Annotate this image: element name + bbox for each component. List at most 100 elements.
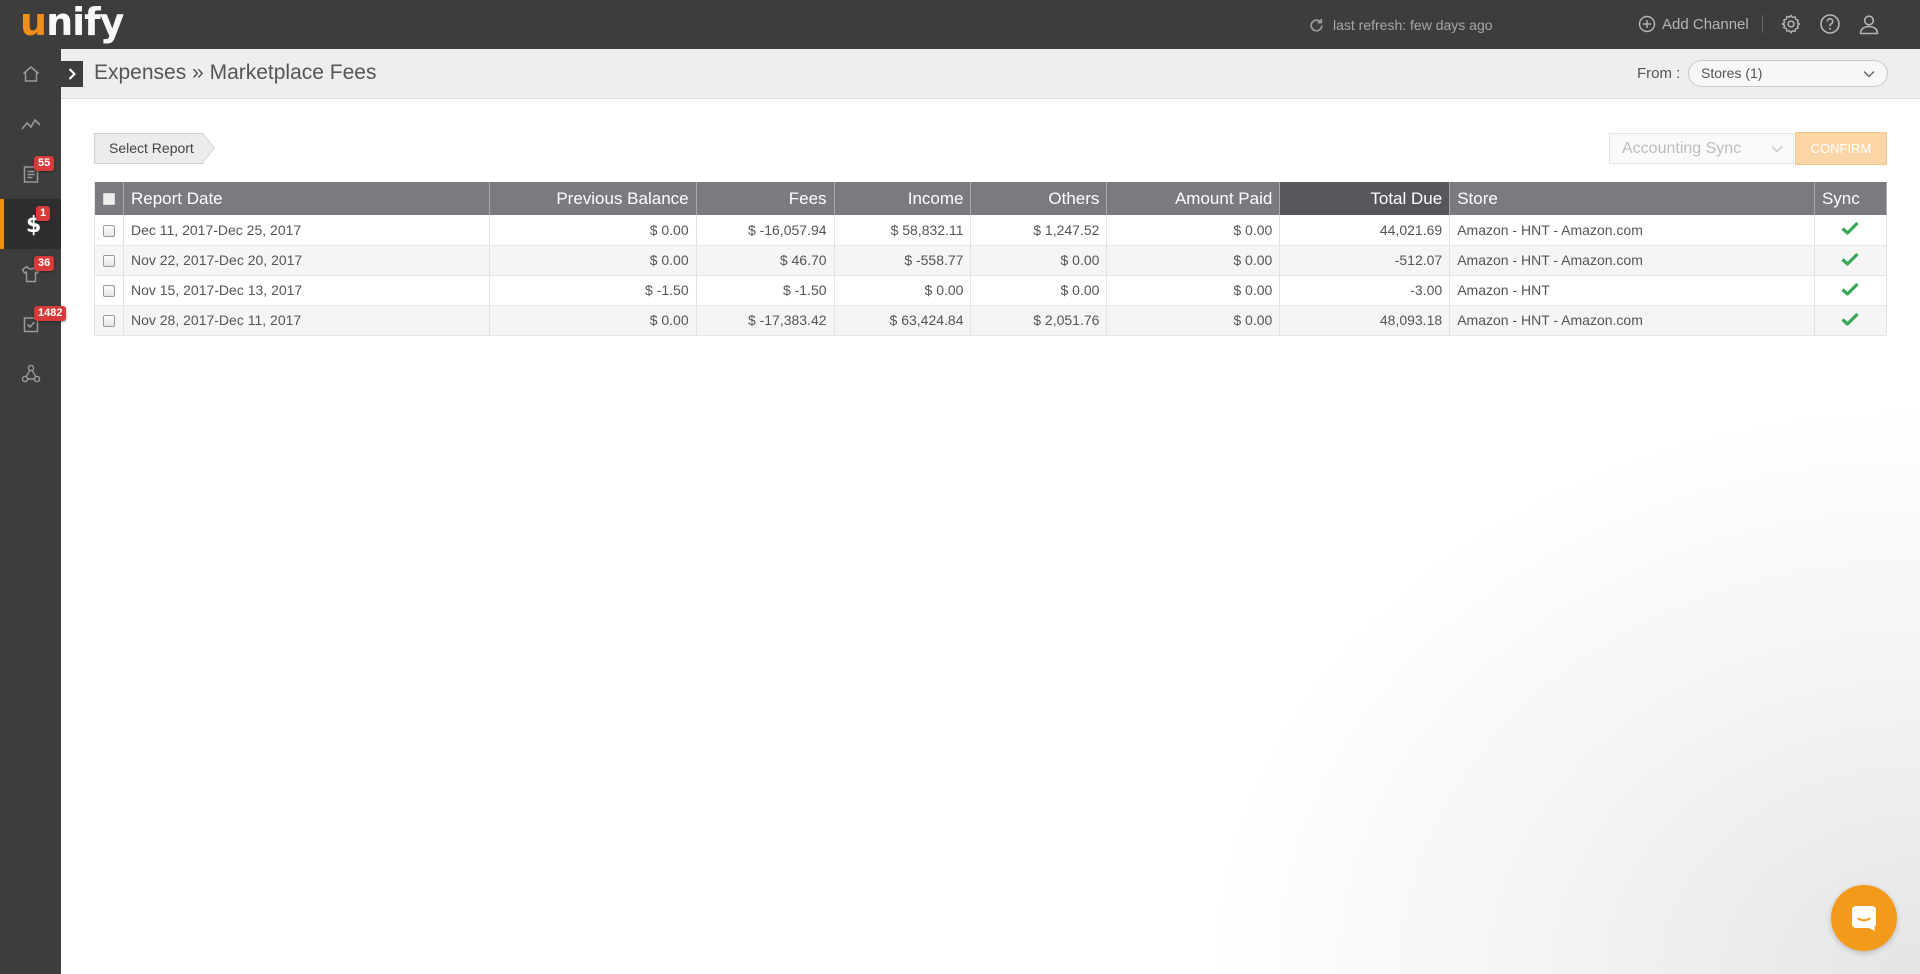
expand-sidebar-button[interactable] — [61, 61, 83, 87]
sidebar-item-home[interactable] — [0, 49, 61, 99]
cell-previous-balance: $ 0.00 — [489, 215, 697, 246]
help-icon[interactable] — [1818, 12, 1842, 36]
col-header-sync[interactable]: Sync — [1814, 182, 1888, 215]
sync-check-icon — [1841, 282, 1860, 296]
unify-logo[interactable]: unify — [20, 2, 124, 42]
table-row[interactable]: Nov 22, 2017-Dec 20, 2017 $ 0.00 $ 46.70 $ … — [94, 245, 1888, 276]
chevron-down-icon — [1863, 70, 1875, 78]
cell-fees: $ -17,383.42 — [696, 305, 835, 336]
sidebar-item-analytics[interactable] — [0, 99, 61, 149]
cell-previous-balance: $ 0.00 — [489, 245, 697, 276]
cell-income: $ 63,424.84 — [834, 305, 972, 336]
row-checkbox[interactable] — [102, 255, 115, 268]
select-all-cell — [94, 182, 124, 215]
chevron-down-icon — [1771, 145, 1783, 153]
cell-others: $ 0.00 — [970, 275, 1108, 306]
row-select-cell — [94, 305, 124, 336]
cell-fees: $ 46.70 — [696, 245, 835, 276]
table-header-row: Report Date Previous Balance Fees Income… — [94, 182, 1888, 215]
accounting-sync-select[interactable]: Accounting Sync — [1609, 133, 1794, 164]
cell-amount-paid: $ 0.00 — [1106, 305, 1281, 336]
user-profile-icon[interactable] — [1857, 12, 1881, 36]
store-select[interactable]: Stores (1) — [1688, 60, 1888, 87]
sidebar-item-products[interactable]: 36 — [0, 249, 61, 299]
cell-store: Amazon - HNT — [1449, 275, 1815, 306]
analytics-icon — [20, 118, 41, 130]
col-header-total-due[interactable]: Total Due — [1279, 182, 1451, 215]
cell-fees: $ -16,057.94 — [696, 215, 835, 246]
sync-check-icon — [1841, 312, 1860, 326]
add-channel-label: Add Channel — [1662, 15, 1749, 33]
top-bar: unify last refresh: few days ago Add Cha… — [0, 0, 1920, 49]
select-report-arrow-fill — [203, 134, 214, 162]
cell-others: $ 0.00 — [970, 245, 1108, 276]
cell-amount-paid: $ 0.00 — [1106, 215, 1281, 246]
cell-previous-balance: $ -1.50 — [489, 275, 697, 306]
page-header: Expenses » Marketplace Fees From : Store… — [61, 49, 1920, 99]
sync-check-icon — [1841, 222, 1860, 235]
confirm-button[interactable]: CONFIRM — [1795, 132, 1887, 165]
row-select-cell — [94, 275, 124, 306]
select-all-checkbox[interactable] — [102, 193, 115, 206]
chat-launcher-button[interactable] — [1831, 885, 1897, 951]
cell-sync — [1814, 305, 1888, 336]
cell-income: $ -558.77 — [834, 245, 972, 276]
col-header-income[interactable]: Income — [834, 182, 972, 215]
sidebar: 55 $ 1 36 1482 — [0, 49, 67, 974]
cell-fees: $ -1.50 — [696, 275, 835, 306]
row-checkbox[interactable] — [102, 315, 115, 328]
store-select-value: Stores (1) — [1701, 65, 1763, 81]
sidebar-item-expenses[interactable]: $ 1 — [0, 199, 61, 249]
last-refresh[interactable]: last refresh: few days ago — [1308, 14, 1493, 36]
marketplace-fees-table: Report Date Previous Balance Fees Income… — [94, 182, 1888, 336]
cell-others: $ 2,051.76 — [970, 305, 1108, 336]
add-channel-button[interactable]: Add Channel — [1638, 13, 1749, 35]
cell-report-date: Nov 15, 2017-Dec 13, 2017 — [123, 275, 490, 306]
sidebar-item-orders[interactable]: 55 — [0, 149, 61, 199]
expenses-badge: 1 — [36, 206, 51, 221]
col-header-fees[interactable]: Fees — [696, 182, 835, 215]
products-badge: 36 — [34, 256, 55, 271]
cell-income: $ 58,832.11 — [834, 215, 972, 246]
col-header-previous-balance[interactable]: Previous Balance — [489, 182, 697, 215]
row-checkbox[interactable] — [102, 225, 115, 238]
cell-store: Amazon - HNT - Amazon.com — [1449, 305, 1815, 336]
sidebar-item-integrations[interactable] — [0, 349, 61, 399]
accounting-sync-label: Accounting Sync — [1622, 140, 1742, 157]
plus-circle-icon — [1638, 15, 1656, 33]
chat-icon — [1852, 906, 1876, 931]
from-label: From : — [1637, 65, 1681, 82]
cell-previous-balance: $ 0.00 — [489, 305, 697, 336]
table-row[interactable]: Dec 11, 2017-Dec 25, 2017 $ 0.00 $ -16,057… — [94, 215, 1888, 246]
cell-sync — [1814, 275, 1888, 306]
cell-store: Amazon - HNT - Amazon.com — [1449, 245, 1815, 276]
cell-total-due: 44,021.69 — [1279, 215, 1451, 246]
table-row[interactable]: Nov 28, 2017-Dec 11, 2017 $ 0.00 $ -17,383… — [94, 305, 1888, 336]
col-header-others[interactable]: Others — [970, 182, 1108, 215]
cell-total-due: -3.00 — [1279, 275, 1451, 306]
sync-check-icon — [1841, 252, 1860, 266]
chevron-right-icon — [68, 68, 76, 80]
orders-badge: 55 — [34, 156, 55, 171]
sidebar-item-tasks[interactable]: 1482 — [0, 299, 67, 349]
row-select-cell — [94, 215, 124, 246]
page-title: Expenses » Marketplace Fees — [94, 61, 377, 84]
tasks-badge: 1482 — [34, 306, 67, 321]
settings-gear-icon[interactable] — [1779, 12, 1803, 36]
cell-report-date: Dec 11, 2017-Dec 25, 2017 — [123, 215, 490, 246]
row-checkbox[interactable] — [102, 285, 115, 298]
row-select-cell — [94, 245, 124, 276]
cell-sync — [1814, 215, 1888, 246]
table-row[interactable]: Nov 15, 2017-Dec 13, 2017 $ -1.50 $ -1.50 $… — [94, 275, 1888, 306]
col-header-store[interactable]: Store — [1449, 182, 1815, 215]
background-shading — [1200, 400, 1920, 974]
cell-others: $ 1,247.52 — [970, 215, 1108, 246]
network-icon — [21, 364, 40, 383]
cell-report-date: Nov 28, 2017-Dec 11, 2017 — [123, 305, 490, 336]
col-header-report-date[interactable]: Report Date — [123, 182, 490, 215]
select-report-button[interactable]: Select Report — [94, 133, 204, 164]
cell-store: Amazon - HNT - Amazon.com — [1449, 215, 1815, 246]
last-refresh-text: last refresh: few days ago — [1333, 17, 1493, 33]
cell-income: $ 0.00 — [834, 275, 972, 306]
col-header-amount-paid[interactable]: Amount Paid — [1106, 182, 1281, 215]
